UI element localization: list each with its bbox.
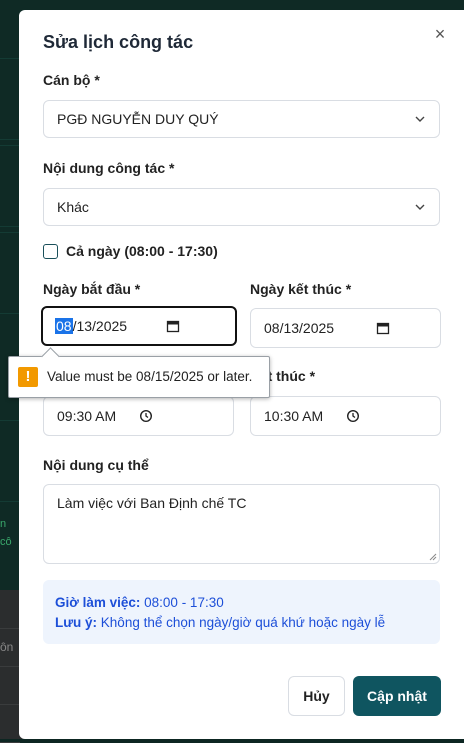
working-hours-value: 08:00 - 17:30 — [144, 595, 224, 610]
calendar-icon[interactable] — [376, 321, 390, 335]
background-cell — [0, 145, 21, 227]
work-content-select-value: Khác — [57, 199, 89, 215]
chevron-down-icon — [415, 116, 425, 122]
close-icon[interactable]: × — [431, 25, 449, 43]
working-hours-label: Giờ làm việc: — [55, 595, 141, 610]
end-time-input[interactable]: 10:30 AM — [250, 396, 441, 436]
background-event-text: n — [0, 518, 7, 530]
clock-icon[interactable] — [139, 409, 153, 423]
end-date-value: 08/13/2025 — [264, 320, 335, 336]
end-time-value: 10:30 AM — [264, 408, 324, 424]
note-line: Lưu ý: Không thể chọn ngày/giờ quá khứ h… — [55, 613, 428, 633]
end-date-label: Ngày kết thúc * — [250, 281, 352, 297]
background-cell — [0, 420, 21, 502]
officer-select-value: PGĐ NGUYỄN DUY QUÝ — [57, 111, 219, 127]
background-row: ôn — [0, 628, 20, 667]
start-date-label: Ngày bắt đầu * — [43, 281, 141, 297]
background-row — [0, 666, 20, 705]
all-day-label: Cả ngày (08:00 - 17:30) — [66, 243, 218, 259]
cancel-button[interactable]: Hủy — [288, 676, 345, 716]
note-value: Không thể chọn ngày/giờ quá khứ hoặc ngà… — [100, 615, 386, 630]
clock-icon[interactable] — [346, 409, 360, 423]
note-label: Lưu ý: — [55, 615, 98, 630]
chevron-down-icon — [415, 204, 425, 210]
resize-handle-icon[interactable] — [429, 553, 437, 561]
start-time-value: 09:30 AM — [57, 408, 117, 424]
working-hours-line: Giờ làm việc: 08:00 - 17:30 — [55, 593, 428, 613]
tooltip-message: Value must be 08/15/2025 or later. — [47, 369, 253, 384]
background-event-text: cô — [0, 536, 12, 548]
validation-tooltip: ! Value must be 08/15/2025 or later. — [8, 347, 270, 398]
officer-label: Cán bộ * — [43, 72, 100, 88]
detail-value: Làm việc với Ban Định chế TC — [57, 495, 247, 511]
background-row — [0, 704, 20, 743]
background-cell — [0, 232, 21, 314]
background-event: n cô — [0, 515, 20, 561]
background-cell — [0, 58, 21, 140]
info-box: Giờ làm việc: 08:00 - 17:30 Lưu ý: Không… — [43, 580, 440, 644]
update-button[interactable]: Cập nhật — [353, 676, 441, 716]
background-row — [0, 590, 20, 629]
start-date-month-segment[interactable]: 08 — [55, 318, 73, 334]
warning-icon: ! — [18, 367, 38, 387]
end-date-input[interactable]: 08/13/2025 — [250, 308, 441, 348]
work-content-label: Nội dung công tác * — [43, 160, 175, 176]
all-day-checkbox[interactable] — [43, 244, 58, 259]
work-content-select[interactable]: Khác — [43, 188, 440, 226]
start-date-rest: /13/2025 — [72, 318, 128, 334]
detail-label: Nội dung cụ thể — [43, 457, 149, 473]
calendar-icon[interactable] — [166, 319, 180, 333]
officer-select[interactable]: PGĐ NGUYỄN DUY QUÝ — [43, 100, 440, 138]
start-time-input[interactable]: 09:30 AM — [43, 396, 234, 436]
start-date-input[interactable]: 08/13/2025 — [41, 306, 237, 346]
detail-textarea[interactable]: Làm việc với Ban Định chế TC — [43, 484, 440, 564]
modal-title: Sửa lịch công tác — [43, 32, 194, 52]
